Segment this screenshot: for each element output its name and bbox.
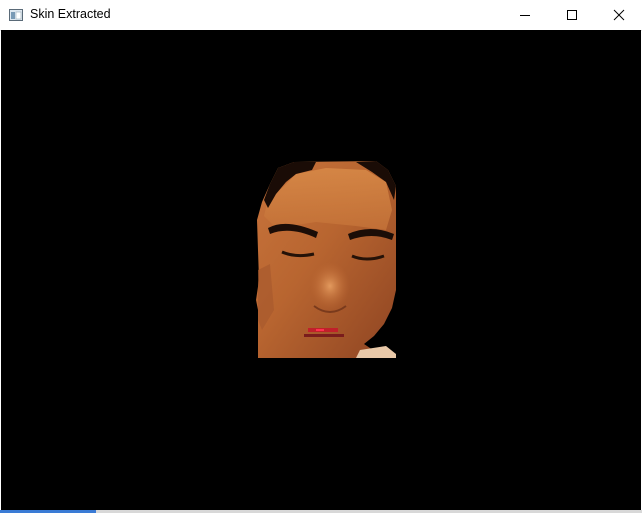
maximize-button[interactable] [549,0,595,30]
image-canvas [1,30,641,510]
app-window-icon [9,8,23,21]
skin-extracted-window: Skin Extracted [0,0,642,513]
title-bar[interactable]: Skin Extracted [0,0,642,31]
window-title: Skin Extracted [30,7,111,21]
close-button[interactable] [596,0,642,30]
skin-extracted-face-image [256,161,396,358]
minimize-button[interactable] [502,0,548,30]
